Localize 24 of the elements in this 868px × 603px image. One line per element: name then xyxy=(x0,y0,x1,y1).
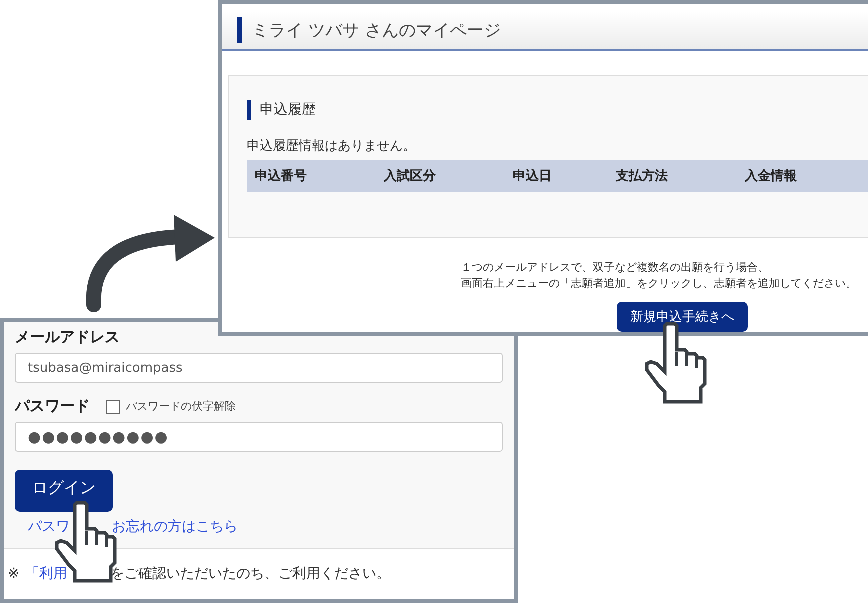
column-header: 申込番号 xyxy=(255,168,308,185)
terms-link[interactable]: 「利用 xyxy=(26,565,68,583)
email-field[interactable]: tsubasa@miraicompass xyxy=(15,353,503,383)
password-field[interactable]: ●●●●●●●●●● xyxy=(15,422,503,452)
section-heading: 申込履歴 xyxy=(260,100,316,119)
show-password-checkbox[interactable] xyxy=(106,400,120,414)
password-label: パスワード xyxy=(15,397,90,416)
column-header: 申込日 xyxy=(513,168,553,185)
info-note: １つのメールアドレスで、双子など複数名の出願を行う場合、 画面右上メニューの「志願者追加」をクリックし、志願者を追加してください。 xyxy=(461,260,858,292)
show-password-label: パスワードの伏字解除 xyxy=(126,399,236,414)
notice-text: をご確認いただいたのち、ご利用ください。 xyxy=(110,565,391,583)
heading-marker xyxy=(247,100,251,120)
email-label: メールアドレス xyxy=(15,328,121,347)
column-header: 入金情報 xyxy=(745,168,797,185)
login-button[interactable]: ログイン xyxy=(15,470,113,512)
forgot-password-link[interactable]: お忘れの方はこちら xyxy=(112,518,238,536)
title-marker xyxy=(237,17,242,44)
note-mark: ※ xyxy=(8,566,20,582)
new-application-button[interactable]: 新規申込手続きへ xyxy=(617,302,748,332)
empty-message: 申込履歴情報はありません。 xyxy=(247,138,417,155)
forgot-password-link[interactable]: パスワ xyxy=(28,518,70,536)
column-header: 支払方法 xyxy=(616,168,669,185)
column-header: 入試区分 xyxy=(384,168,437,185)
page-title: ミライ ツバサ さんのマイページ xyxy=(252,20,501,42)
